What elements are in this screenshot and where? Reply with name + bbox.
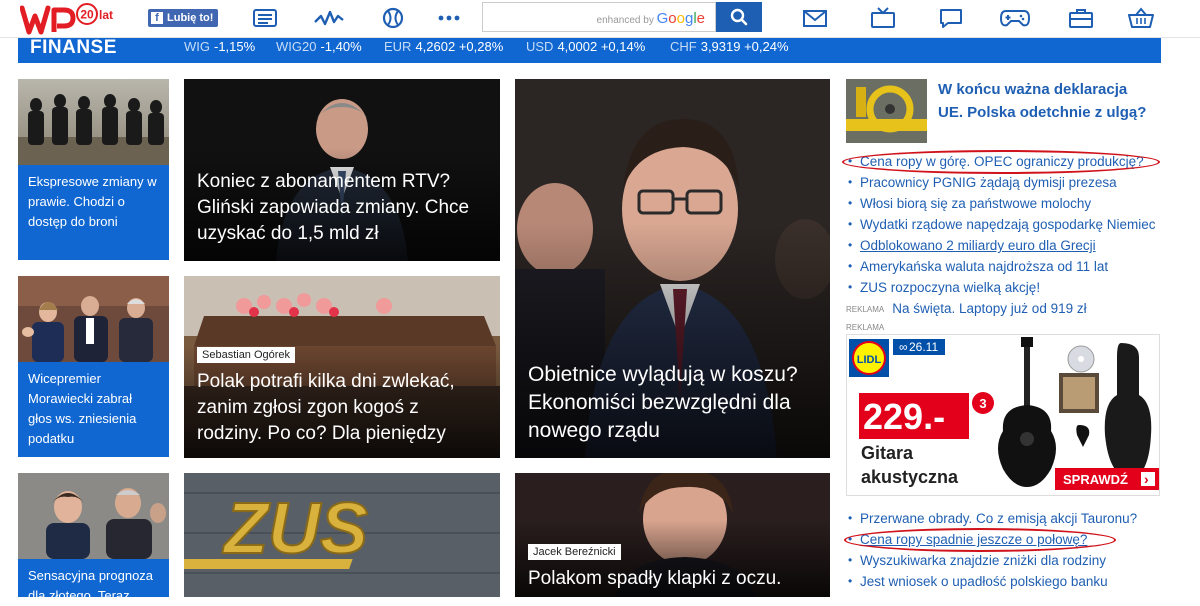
search-input[interactable]: enhanced by Google <box>482 2 716 32</box>
ad-date-prefix: ∞ <box>899 340 908 354</box>
sponsored-link-text: Na święta. Laptopy już od 919 zł <box>892 301 1087 316</box>
ticker-wig20[interactable]: WIG20 -1,40% <box>276 39 368 54</box>
author-badge[interactable]: Jacek Bereźnicki <box>528 544 621 560</box>
briefcase-icon[interactable] <box>1066 5 1096 31</box>
basket-icon[interactable] <box>1126 5 1156 31</box>
small-news-tile[interactable]: Ekspresowe zmiany w prawie. Chodzi o dos… <box>18 79 169 261</box>
search-provider-brand: enhanced by Google <box>597 10 705 27</box>
logo-badge-suffix: lat <box>99 8 113 22</box>
google-brand-text: Google <box>656 10 705 27</box>
headline-link[interactable]: Przerwane obrady. Co z emisją akcji Taur… <box>846 508 1166 529</box>
news-tile[interactable]: Jacek Bereźnicki Polakom spadły klapki z… <box>515 473 830 597</box>
gamepad-icon[interactable] <box>1000 5 1030 31</box>
ticker-value: -1,15% <box>214 39 256 54</box>
news-icon[interactable] <box>250 5 280 31</box>
ticker-name: WIG20 <box>276 39 317 54</box>
annotation-oval <box>842 150 1160 174</box>
top-navigation-bar: 20 lat f Lubię to! enhanced by Google <box>0 0 1200 38</box>
small-news-tile[interactable]: Wicepremier Morawiecki zabrał głos ws. z… <box>18 276 169 458</box>
ad-product-line1: Gitara <box>861 443 914 463</box>
tile-headline[interactable]: Obietnice wylądują w koszu? Ekonomiści b… <box>528 361 816 445</box>
news-photo: ZUS <box>184 473 500 597</box>
ticker-value: -1,40% <box>320 39 362 54</box>
ad-label: REKLAMA <box>846 323 885 332</box>
ticker-name: EUR <box>384 39 412 54</box>
ticker-chf[interactable]: CHF 3,9319 +0,24% <box>670 39 795 54</box>
news-tile[interactable]: Koniec z abonamentem RTV? Gliński zapowi… <box>184 79 500 261</box>
lidl-ad-banner[interactable]: LIDL ∞ 26.11 229.- 3 Gitara akustyczna S… <box>846 334 1160 496</box>
ticker-name: CHF <box>670 39 697 54</box>
small-news-tile[interactable]: Sensacyjna prognoza dla złotego. Teraz <box>18 473 169 603</box>
ticker-usd[interactable]: USD 4,0002 +0,14% <box>526 39 651 54</box>
search-brand-small: enhanced by <box>596 15 654 26</box>
ticker-value: 3,9319 +0,24% <box>700 39 789 54</box>
logo-badge-number: 20 <box>80 8 94 22</box>
finance-label[interactable]: FINANSE <box>30 37 117 59</box>
lead-headline[interactable]: W końcu ważna deklaracja UE. Polska odet… <box>938 78 1153 124</box>
ad-product-line2: akustyczna <box>861 467 959 487</box>
news-tile[interactable]: Sebastian Ogórek Polak potrafi kilka dni… <box>184 276 500 458</box>
headline-link[interactable]: Wyszukiwarka znajdzie zniżki dla rodziny <box>846 550 1166 571</box>
headline-link[interactable]: Wydatki rządowe napędzają gospodarkę Nie… <box>846 214 1166 235</box>
pulse-icon[interactable] <box>314 5 344 31</box>
tile-headline[interactable]: Polak potrafi kilka dni zwlekać, zanim z… <box>197 369 486 447</box>
ticker-value: 4,0002 +0,14% <box>557 39 646 54</box>
small-tile-caption[interactable]: Wicepremier Morawiecki zabrał głos ws. z… <box>18 362 169 457</box>
author-badge[interactable]: Sebastian Ogórek <box>197 347 296 363</box>
news-thumbnail <box>18 473 169 559</box>
ticker-name: WIG <box>184 39 210 54</box>
chat-icon[interactable] <box>936 5 966 31</box>
search-icon <box>730 8 748 26</box>
tile-headline[interactable]: Koniec z abonamentem RTV? Gliński zapowi… <box>197 169 486 247</box>
annotation-oval <box>844 528 1116 552</box>
headline-link[interactable]: Jest wniosek o upadłość polskiego banku <box>846 571 1166 592</box>
ticker-name: USD <box>526 39 554 54</box>
zus-logo-text: ZUS <box>222 489 368 569</box>
news-thumbnail <box>18 276 169 362</box>
small-tile-caption[interactable]: Sensacyjna prognoza dla złotego. Teraz <box>18 559 169 603</box>
facebook-icon: f <box>151 12 163 24</box>
small-tile-caption[interactable]: Ekspresowe zmiany w prawie. Chodzi o dos… <box>18 165 169 260</box>
headline-link[interactable]: Amerykańska waluta najdroższa od 11 lat <box>846 256 1166 277</box>
finance-bar: FINANSE WIG -1,15% WIG20 -1,40% EUR 4,2602 … <box>18 37 1161 63</box>
headline-link[interactable]: Odblokowano 2 miliardy euro dla Grecji <box>846 235 1166 256</box>
tile-headline[interactable]: Polakom spadły klapki z oczu. <box>528 566 816 592</box>
ad-cta-label: SPRAWDŹ <box>1063 472 1128 487</box>
more-dots-icon[interactable] <box>434 5 464 31</box>
ad-date: 26.11 <box>909 340 938 354</box>
news-tile-featured[interactable]: Obietnice wylądują w koszu? Ekonomiści b… <box>515 79 830 458</box>
lidl-logo-text: LIDL <box>857 354 882 366</box>
headline-link[interactable]: ZUS rozpoczyna wielką akcję! <box>846 277 1166 298</box>
headline-link[interactable]: Pracownicy PGNIG żądają dymisji prezesa <box>846 172 1166 193</box>
ticker-eur[interactable]: EUR 4,2602 +0,28% <box>384 39 509 54</box>
headline-link[interactable]: Włosi biorą się za państwowe molochy <box>846 193 1166 214</box>
tv-icon[interactable] <box>868 5 898 31</box>
headline-list: Cena ropy w górę. OPEC ograniczy produkc… <box>846 151 1166 319</box>
sponsored-tag: REKLAMA <box>846 305 885 314</box>
ad-badge: 3 <box>979 396 986 411</box>
ad-price: 229.- <box>863 396 945 437</box>
mail-icon[interactable] <box>800 5 830 31</box>
sport-ball-icon[interactable] <box>378 5 408 31</box>
sponsored-link[interactable]: REKLAMA Na święta. Laptopy już od 919 zł <box>846 298 1166 319</box>
news-tile[interactable]: ZUS <box>184 473 500 597</box>
ticker-value: 4,2602 +0,28% <box>415 39 504 54</box>
facebook-like-button[interactable]: f Lubię to! <box>148 9 219 27</box>
news-thumbnail <box>18 79 169 165</box>
facebook-like-label: Lubię to! <box>167 12 214 24</box>
lead-thumbnail[interactable] <box>846 79 927 143</box>
search-button[interactable] <box>716 2 762 32</box>
chevron-right-icon: › <box>1144 471 1149 487</box>
wp-logo[interactable]: 20 lat <box>19 2 120 36</box>
ticker-wig[interactable]: WIG -1,15% <box>184 39 261 54</box>
